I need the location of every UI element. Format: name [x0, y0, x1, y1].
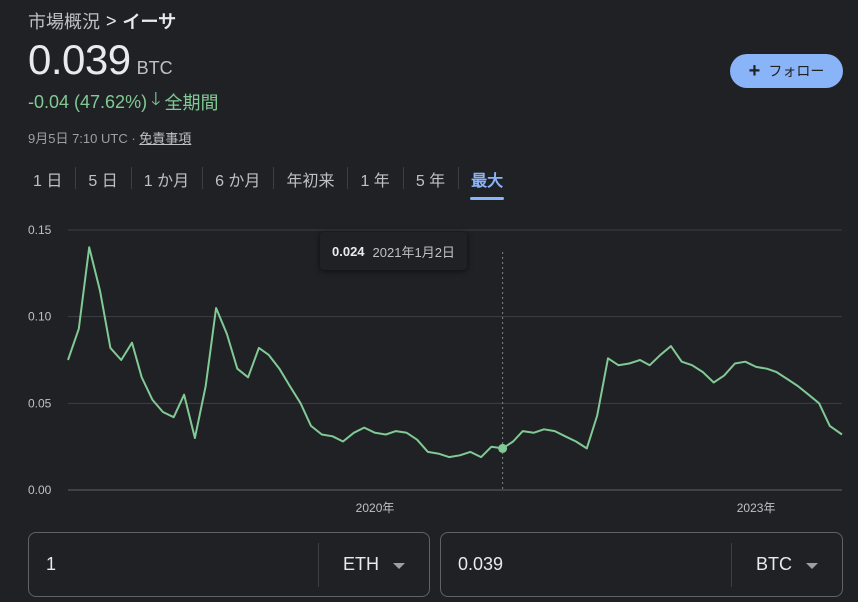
tab-5y[interactable]: 5 年: [403, 163, 460, 195]
price-row: 0.039 BTC: [28, 36, 173, 84]
converter-to: BTC: [440, 532, 843, 597]
hover-point: [498, 443, 508, 453]
current-price: 0.039: [28, 36, 131, 83]
from-currency-select[interactable]: ETH: [319, 533, 429, 596]
x-tick-label: 2023年: [737, 501, 776, 515]
meta-row: 9月5日 7:10 UTC · 免責事項: [28, 128, 191, 147]
from-amount-input[interactable]: [29, 533, 318, 596]
tab-ytd[interactable]: 年初来: [273, 163, 349, 195]
tooltip-date: 2021年1月2日: [372, 244, 455, 260]
price-currency: BTC: [136, 58, 173, 78]
arrow-down-icon: 🡓: [151, 89, 161, 109]
tab-max[interactable]: 最大: [458, 163, 516, 200]
to-amount-input[interactable]: [441, 533, 731, 596]
tab-6m[interactable]: 6 か月: [202, 163, 275, 195]
range-tabs: 1 日 5 日 1 か月 6 か月 年初来 1 年 5 年 最大: [20, 163, 516, 200]
chart-tooltip: 0.024 2021年1月2日: [320, 232, 467, 270]
tooltip-value: 0.024: [332, 243, 365, 259]
breadcrumb: 市場概況 > イーサ: [28, 8, 176, 34]
tab-1d[interactable]: 1 日: [20, 163, 77, 195]
meta-dot: ·: [131, 131, 136, 146]
caret-down-icon: [393, 562, 405, 569]
caret-down-icon: [806, 562, 818, 569]
price-change: -0.04 (47.62%) 🡓 全期間: [28, 87, 218, 117]
price-line: [67, 246, 843, 459]
timestamp: 9月5日 7:10 UTC: [28, 131, 128, 146]
y-tick-label: 0.15: [28, 223, 52, 237]
disclaimer-link[interactable]: 免責事項: [139, 131, 191, 146]
line-layer: [67, 246, 843, 490]
y-tick-label: 0.10: [28, 310, 52, 324]
y-tick-label: 0.00: [28, 483, 52, 497]
follow-button[interactable]: + フォロー: [730, 54, 843, 88]
follow-label: フォロー: [768, 63, 825, 79]
to-currency-select[interactable]: BTC: [732, 533, 842, 596]
from-currency-label: ETH: [343, 554, 379, 574]
breadcrumb-current: イーサ: [122, 12, 177, 32]
tab-5d[interactable]: 5 日: [75, 163, 133, 195]
tab-1m[interactable]: 1 か月: [131, 163, 204, 195]
tab-1y[interactable]: 1 年: [347, 163, 405, 195]
breadcrumb-separator: >: [106, 10, 117, 31]
to-currency-label: BTC: [756, 554, 792, 574]
x-tick-label: 2020年: [356, 501, 395, 515]
breadcrumb-parent-link[interactable]: 市場概況: [28, 8, 100, 34]
y-tick-label: 0.05: [28, 396, 52, 410]
converter-from: ETH: [28, 532, 430, 597]
change-period: 全期間: [164, 93, 219, 113]
change-value: -0.04 (47.62%): [28, 91, 148, 112]
plus-icon: +: [748, 60, 761, 82]
